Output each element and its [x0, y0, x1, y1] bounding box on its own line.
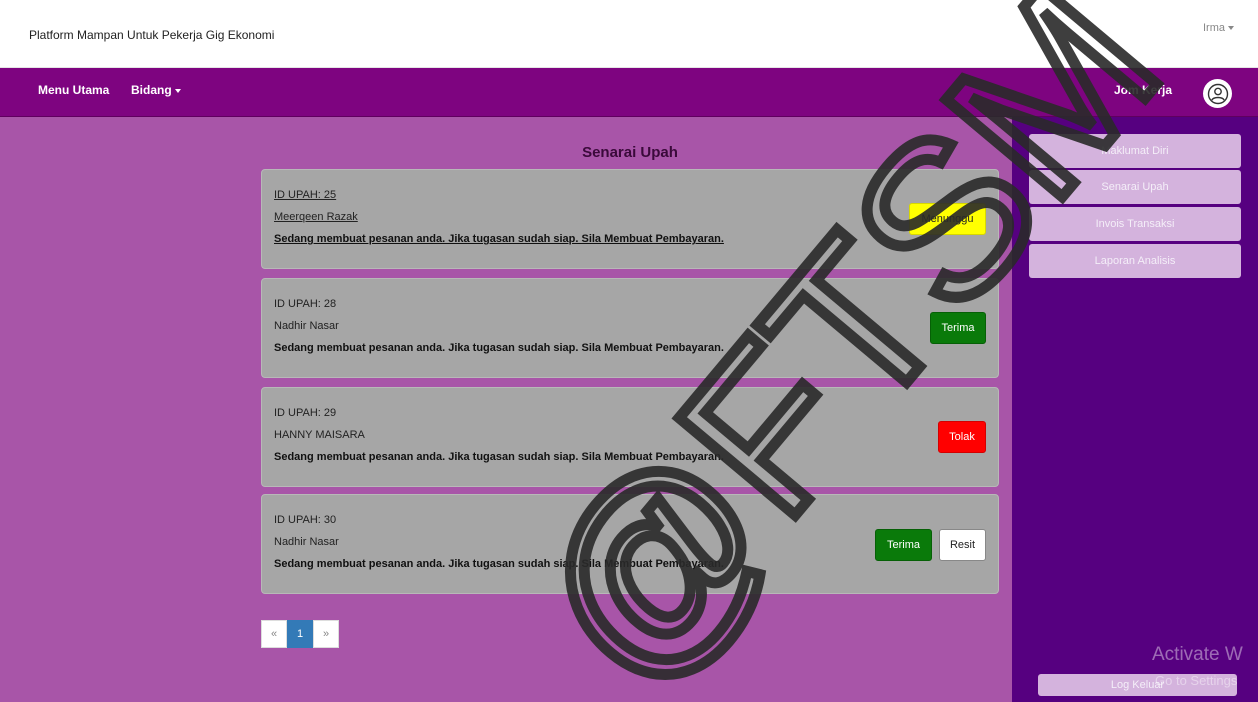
pagination-page-1[interactable]: 1 [287, 620, 313, 648]
user-name: Irma [1203, 22, 1225, 34]
upah-card: ID UPAH: 28 Nadhir Nasar Sedang membuat … [261, 278, 999, 378]
pagination-prev[interactable]: « [261, 620, 287, 648]
status-menunggu-button[interactable]: Menunggu [909, 203, 986, 235]
status-message: Sedang membuat pesanan anda. Jika tugasa… [274, 342, 724, 354]
worker-name: Nadhir Nasar [274, 536, 339, 548]
caret-down-icon [1228, 26, 1234, 31]
worker-name[interactable]: Meerqeen Razak [274, 211, 358, 223]
upah-id: ID UPAH: 29 [274, 407, 337, 419]
worker-name: HANNY MAISARA [274, 429, 365, 441]
status-message[interactable]: Sedang membuat pesanan anda. Jika tugasa… [274, 233, 724, 245]
status-message: Sedang membuat pesanan anda. Jika tugasa… [274, 451, 724, 463]
nav-jom-kerja[interactable]: Jom Kerja [1114, 83, 1172, 97]
upah-id[interactable]: ID UPAH: 25 [274, 189, 336, 201]
resit-button[interactable]: Resit [939, 529, 986, 561]
status-message: Sedang membuat pesanan anda. Jika tugasa… [274, 558, 724, 570]
nav-bidang-dropdown[interactable]: Bidang [131, 83, 181, 97]
brand-title[interactable]: Platform Mampan Untuk Pekerja Gig Ekonom… [29, 28, 274, 42]
activate-windows-title: Activate W [1152, 644, 1243, 665]
user-circle-icon[interactable] [1203, 79, 1232, 108]
upah-card: ID UPAH: 30 Nadhir Nasar Sedang membuat … [261, 494, 999, 594]
main-navbar: Menu Utama Bidang Jom Kerja [0, 68, 1258, 117]
sidebar-item-invois-transaksi[interactable]: Invois Transaksi [1029, 207, 1241, 241]
right-sidebar [1012, 117, 1258, 702]
caret-down-icon [174, 88, 181, 93]
upah-card: ID UPAH: 25 Meerqeen Razak Sedang membua… [261, 169, 999, 269]
status-terima-button[interactable]: Terima [875, 529, 932, 561]
user-dropdown[interactable]: Irma [1203, 22, 1234, 34]
upah-card: ID UPAH: 29 HANNY MAISARA Sedang membuat… [261, 387, 999, 487]
sidebar-item-maklumat-diri[interactable]: Maklumat Diri [1029, 134, 1241, 168]
upah-id: ID UPAH: 28 [274, 298, 337, 310]
sidebar-item-laporan-analisis[interactable]: Laporan Analisis [1029, 244, 1241, 278]
page-title: Senarai Upah [582, 144, 678, 161]
status-terima-button[interactable]: Terima [930, 312, 986, 344]
top-header: Platform Mampan Untuk Pekerja Gig Ekonom… [0, 0, 1258, 68]
worker-name: Nadhir Nasar [274, 320, 339, 332]
nav-bidang-label: Bidang [131, 83, 172, 97]
sidebar-item-senarai-upah[interactable]: Senarai Upah [1029, 170, 1241, 204]
pagination: « 1 » [261, 620, 339, 648]
activate-windows-subtitle: Go to Settings [1155, 673, 1238, 688]
upah-id: ID UPAH: 30 [274, 514, 337, 526]
nav-menu-utama[interactable]: Menu Utama [38, 83, 109, 97]
status-tolak-button[interactable]: Tolak [938, 421, 986, 453]
pagination-next[interactable]: » [313, 620, 339, 648]
